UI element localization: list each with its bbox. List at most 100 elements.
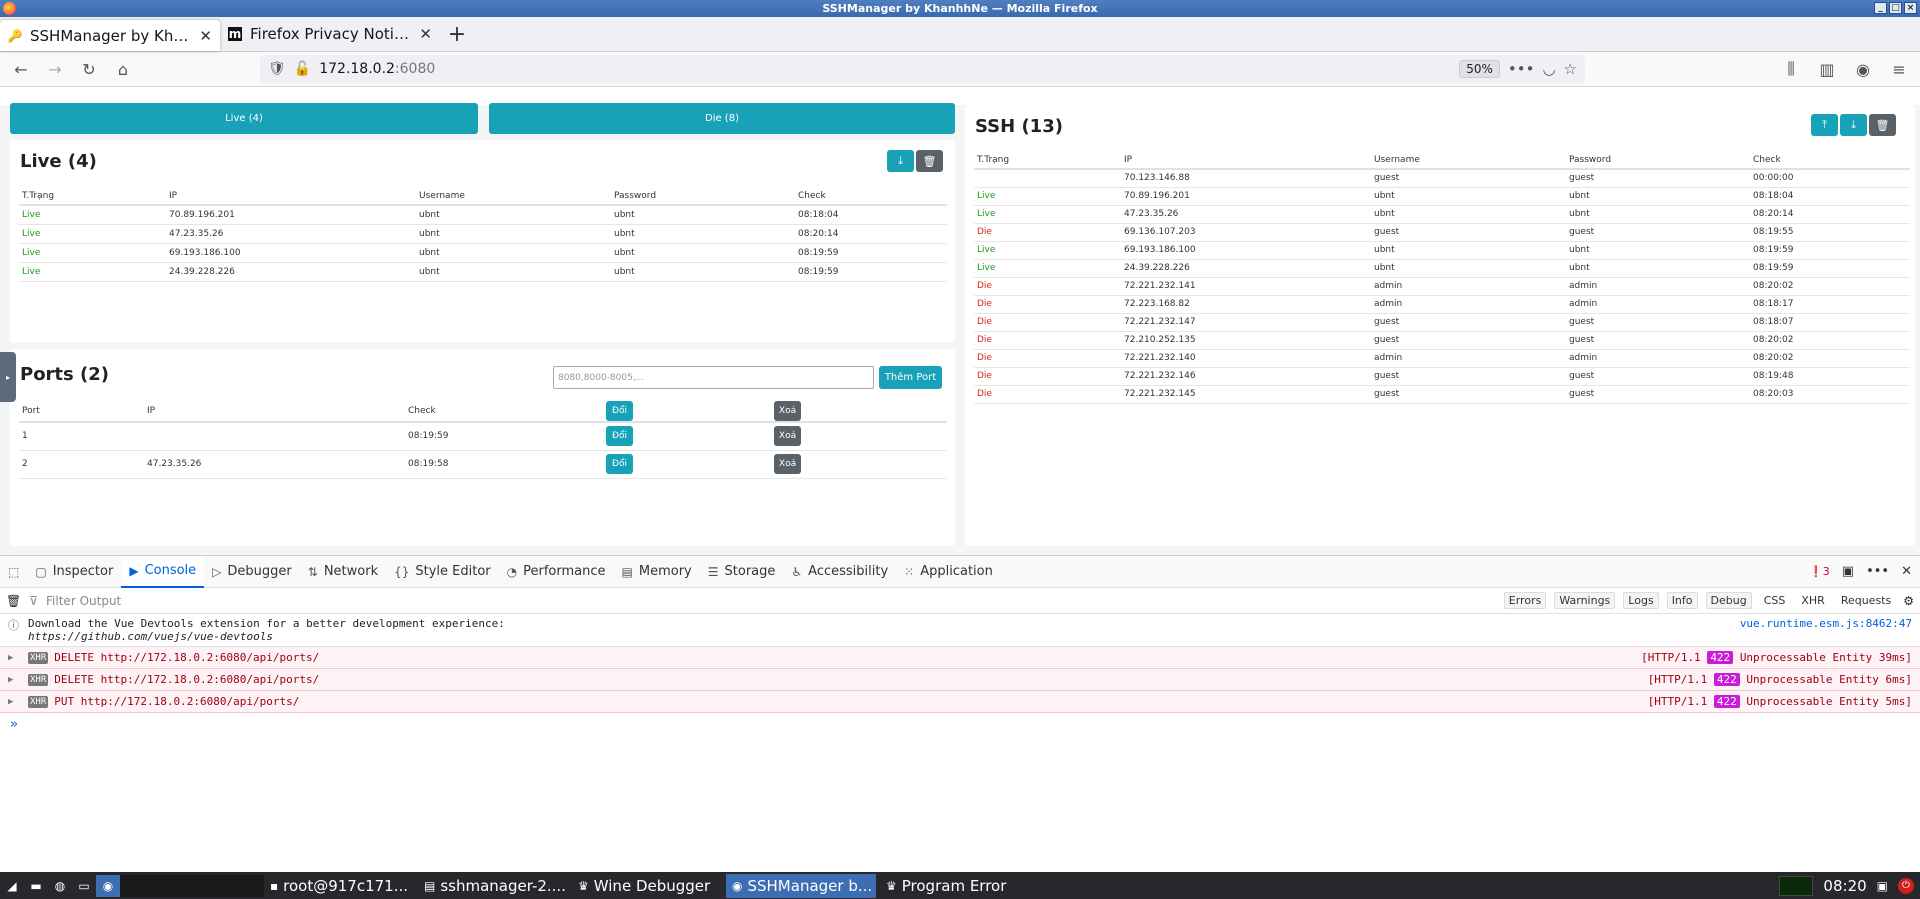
- devtools-menu-icon[interactable]: •••: [1866, 564, 1889, 579]
- account-icon[interactable]: ◉: [1848, 55, 1878, 83]
- port-input[interactable]: 8080,8000-8005,...: [553, 366, 874, 389]
- browser-tab-sshmanager[interactable]: 🔑 SSHManager by KhanhhNe ✕: [0, 20, 220, 51]
- show-live-button[interactable]: Live (4): [10, 103, 478, 134]
- console-error-message[interactable]: ▶ XHR DELETE http://172.18.0.2:6080/api/po…: [0, 669, 1920, 691]
- tab-accessibility[interactable]: ♿ Accessibility: [783, 556, 896, 588]
- tab-storage[interactable]: ☰ Storage: [700, 556, 784, 588]
- browser-tab-privacy[interactable]: m Firefox Privacy Notice — ✕: [220, 17, 440, 51]
- menu-icon[interactable]: ≡: [1884, 55, 1914, 83]
- console-prompt[interactable]: »: [0, 713, 1920, 736]
- filter-input[interactable]: Filter Output: [46, 594, 1496, 608]
- source-link[interactable]: vue.runtime.esm.js:8462:47: [1740, 617, 1912, 630]
- change-all-button[interactable]: Đổi: [606, 401, 633, 421]
- change-port-button[interactable]: Đổi: [606, 426, 633, 447]
- delete-all-button[interactable]: Xoá: [774, 401, 801, 421]
- taskbar-window-button[interactable]: ♛ Wine Debugger: [572, 874, 722, 898]
- expand-triangle-icon[interactable]: ▶: [8, 653, 28, 663]
- forward-icon[interactable]: →: [40, 55, 70, 83]
- workspace-4[interactable]: [216, 874, 264, 897]
- network-globe-icon[interactable]: ◍: [48, 875, 72, 897]
- pocket-icon[interactable]: ◡: [1542, 60, 1555, 78]
- power-icon[interactable]: ⏻: [1898, 877, 1914, 894]
- close-tab-icon[interactable]: ✕: [199, 27, 212, 45]
- download-live-button[interactable]: ⤓: [887, 150, 914, 172]
- cell-ip: 70.89.196.201: [1121, 187, 1371, 206]
- change-port-button[interactable]: Đổi: [606, 454, 633, 474]
- delete-port-button[interactable]: Xoá: [774, 426, 801, 447]
- close-devtools-icon[interactable]: ✕: [1901, 564, 1912, 579]
- library-icon[interactable]: ⫼: [1776, 55, 1806, 83]
- tab-application[interactable]: ⁙ Application: [896, 556, 1001, 588]
- close-tab-icon[interactable]: ✕: [419, 25, 432, 43]
- tab-style-editor[interactable]: {} Style Editor: [386, 556, 499, 588]
- file-manager-icon[interactable]: ▭: [72, 875, 96, 897]
- add-port-button[interactable]: Thêm Port: [879, 366, 942, 389]
- close-window-icon[interactable]: ×: [1904, 2, 1917, 14]
- workspace-3[interactable]: [168, 874, 216, 897]
- ssh-card: SSH (13) ⤒ ⤓ 🗑 T.Trạng IP Username Passw…: [965, 105, 1915, 546]
- taskbar-window-button[interactable]: ♛ Program Error: [880, 874, 1030, 898]
- console-error-message[interactable]: ▶ XHR DELETE http://172.18.0.2:6080/api/po…: [0, 647, 1920, 669]
- shield-icon[interactable]: 🛡: [268, 61, 286, 77]
- clear-console-icon[interactable]: 🗑: [6, 594, 21, 608]
- cell-check: 08:20:14: [1750, 205, 1910, 224]
- tab-inspector[interactable]: ▢ Inspector: [27, 556, 121, 588]
- vue-devtools-tab[interactable]: ▸: [0, 352, 16, 402]
- show-die-button[interactable]: Die (8): [489, 103, 955, 134]
- request-url[interactable]: http://172.18.0.2:6080/api/ports/: [101, 651, 320, 664]
- info-link[interactable]: https://github.com/vuejs/vue-devtools: [28, 630, 505, 643]
- firefox-launcher-icon[interactable]: ◉: [96, 874, 120, 897]
- request-url[interactable]: http://172.18.0.2:6080/api/ports/: [101, 673, 320, 686]
- tab-console[interactable]: ▶ Console: [121, 555, 205, 588]
- show-desktop-icon[interactable]: ▬: [24, 875, 48, 897]
- filter-requests[interactable]: Requests: [1837, 593, 1895, 608]
- taskbar-window-button[interactable]: ▪ root@917c171...: [264, 874, 414, 898]
- sidebar-icon[interactable]: ▥: [1812, 55, 1842, 83]
- back-icon[interactable]: ←: [6, 55, 36, 83]
- cell-ip: 47.23.35.26: [166, 224, 416, 244]
- insecure-lock-icon[interactable]: 🔓: [294, 61, 311, 77]
- error-count-badge[interactable]: ❗3: [1809, 565, 1830, 578]
- filter-xhr[interactable]: XHR: [1797, 593, 1828, 608]
- filter-debug[interactable]: Debug: [1705, 592, 1752, 609]
- delete-ssh-button[interactable]: 🗑: [1869, 114, 1896, 136]
- maximize-icon[interactable]: □: [1889, 2, 1902, 14]
- tab-performance[interactable]: ◔ Performance: [499, 556, 614, 588]
- element-picker[interactable]: ⬚: [0, 556, 27, 588]
- expand-triangle-icon[interactable]: ▶: [8, 697, 28, 707]
- console-settings-icon[interactable]: ⚙: [1903, 594, 1914, 608]
- download-ssh-button[interactable]: ⤓: [1840, 114, 1867, 136]
- taskbar-window-button[interactable]: ◉ SSHManager b...: [726, 873, 876, 898]
- expand-triangle-icon[interactable]: ▶: [8, 675, 28, 685]
- network-tray-icon[interactable]: ▣: [1877, 879, 1888, 893]
- tab-memory[interactable]: ▤ Memory: [614, 556, 700, 588]
- download-icon: ⤓: [898, 154, 903, 167]
- home-icon[interactable]: ⌂: [108, 55, 138, 83]
- delete-live-button[interactable]: 🗑: [916, 150, 943, 172]
- url-bar[interactable]: 🛡 🔓 172.18.0.2:6080 50% ••• ◡ ☆: [260, 55, 1585, 83]
- dock-icon[interactable]: ▣: [1842, 564, 1854, 579]
- page-actions-icon[interactable]: •••: [1508, 60, 1535, 78]
- minimize-icon[interactable]: _: [1874, 2, 1887, 14]
- tab-network[interactable]: ⇅ Network: [300, 556, 386, 588]
- col-password: Password: [1566, 151, 1750, 170]
- filter-errors[interactable]: Errors: [1503, 592, 1547, 609]
- request-url[interactable]: http://172.18.0.2:6080/api/ports/: [81, 695, 300, 708]
- bookmark-star-icon[interactable]: ☆: [1564, 60, 1577, 78]
- zoom-indicator[interactable]: 50%: [1459, 60, 1500, 78]
- start-menu-icon[interactable]: ◢: [0, 875, 24, 897]
- upload-ssh-button[interactable]: ⤒: [1811, 114, 1838, 136]
- taskbar: ◢ ▬ ◍ ▭ ◉ ▪ root@917c171... ▤ sshmanager-2.…: [0, 872, 1920, 899]
- filter-logs[interactable]: Logs: [1623, 592, 1659, 609]
- new-tab-button[interactable]: +: [440, 17, 474, 51]
- filter-css[interactable]: CSS: [1760, 593, 1790, 608]
- workspace-2[interactable]: [120, 874, 168, 897]
- delete-port-button[interactable]: Xoá: [774, 454, 801, 474]
- filter-warnings[interactable]: Warnings: [1554, 592, 1616, 609]
- console-error-message[interactable]: ▶ XHR PUT http://172.18.0.2:6080/api/ports…: [0, 691, 1920, 713]
- tab-debugger[interactable]: ▷ Debugger: [204, 556, 300, 588]
- col-change: Đổi: [603, 401, 771, 423]
- reload-icon[interactable]: ↻: [74, 55, 104, 83]
- filter-info[interactable]: Info: [1666, 592, 1698, 609]
- taskbar-window-button[interactable]: ▤ sshmanager-2....: [418, 874, 568, 898]
